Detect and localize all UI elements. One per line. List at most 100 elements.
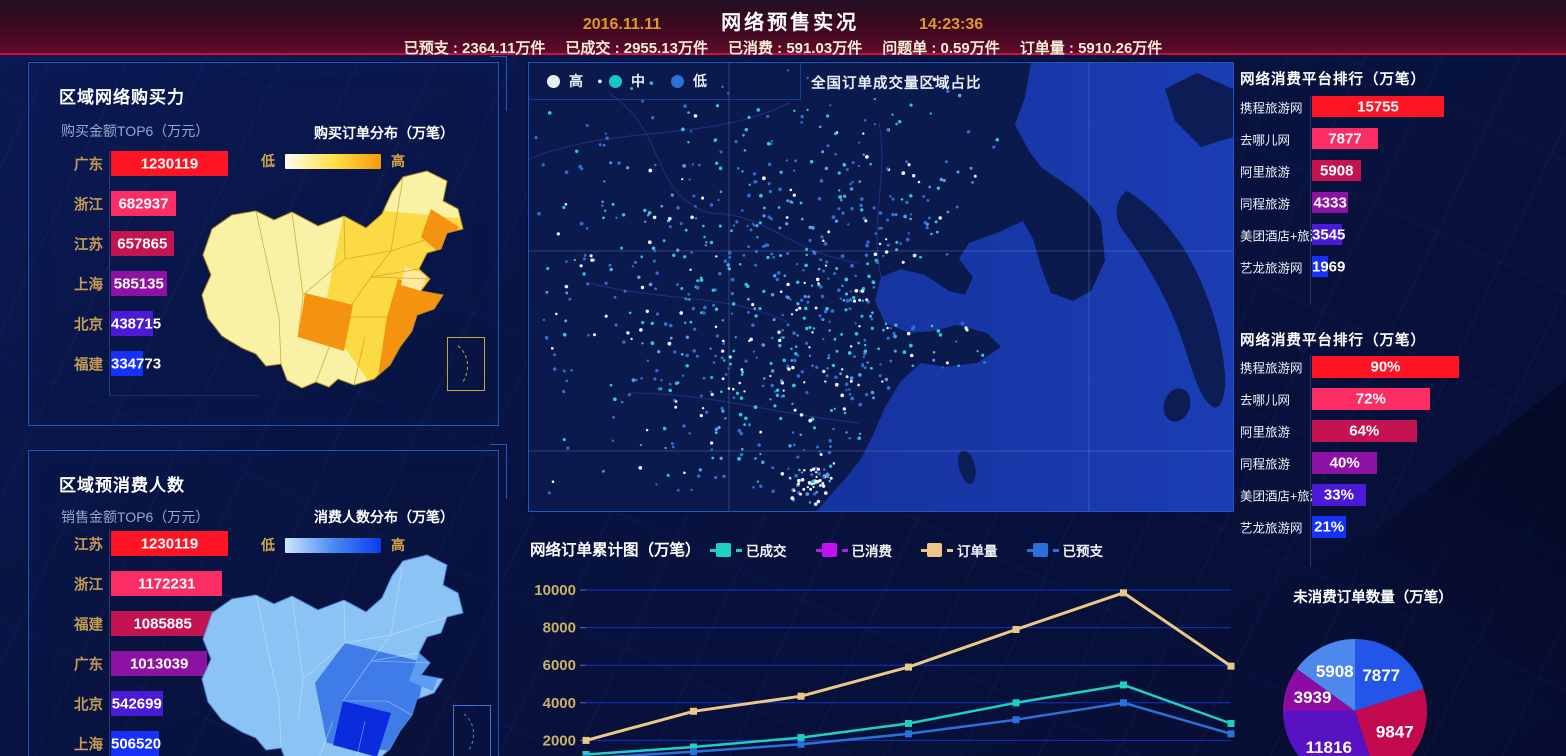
china-choropleth-map-blue[interactable] <box>195 551 495 756</box>
panel-subtitle: 销售金额TOP6（万元） <box>61 507 209 527</box>
bar-row-上海[interactable]: 上海506520 <box>111 731 159 756</box>
bar-category-label: 上海 <box>74 733 103 754</box>
bar-row-浙江[interactable]: 浙江682937 <box>111 191 176 216</box>
south-china-sea-inset <box>453 705 491 756</box>
stat-item-4: 订单量 : 5910.26万件 <box>1020 37 1163 58</box>
bar-row-同程旅游[interactable]: 同程旅游40% <box>1312 452 1377 474</box>
legend-item-已消费[interactable]: 已消费 <box>819 540 893 560</box>
bar-row-北京[interactable]: 北京542699 <box>111 691 163 716</box>
bar-category-label: 北京 <box>74 693 103 714</box>
bar-row-江苏[interactable]: 江苏657865 <box>111 231 174 256</box>
bar-value: 33% <box>1312 487 1366 504</box>
bar-axis <box>109 151 110 395</box>
bar-value: 1969 <box>1312 258 1328 275</box>
panel-regional-buying-power: 区域网络购买力 购买金额TOP6（万元） 广东1230119浙江682937江苏… <box>28 62 499 426</box>
svg-text:11816: 11816 <box>1306 738 1352 756</box>
order-volume-scatter-map[interactable] <box>529 63 1233 511</box>
header-time: 14:23:36 <box>919 16 983 34</box>
legend-swatch-icon <box>1030 543 1056 557</box>
bar-row-美团酒店+旅游[interactable]: 美团酒店+旅游33% <box>1312 484 1366 506</box>
map-legend-title: 消费人数分布（万笔） <box>269 507 499 527</box>
stat-item-3: 问题单 : 0.59万件 <box>882 37 1000 58</box>
bar-row-广东[interactable]: 广东1013039 <box>111 651 207 676</box>
scatter-legend-item-0: 高 <box>547 71 583 91</box>
bar-category-label: 去哪儿网 <box>1240 129 1290 148</box>
panel-title: 网络消费平台排行（万笔） <box>1240 68 1426 89</box>
bar-value: 72% <box>1312 391 1430 408</box>
bar-row-艺龙旅游网[interactable]: 艺龙旅游网21% <box>1312 516 1346 538</box>
bar-value: 657865 <box>111 235 174 252</box>
bar-value: 585135 <box>111 275 167 292</box>
bar-category-label: 美团酒店+旅游 <box>1240 225 1322 244</box>
bar-category-label: 同程旅游 <box>1240 193 1290 212</box>
bar-value: 3545 <box>1312 226 1342 243</box>
bar-category-label: 阿里旅游 <box>1240 161 1290 180</box>
bar-row-美团酒店+旅游[interactable]: 美团酒店+旅游3545 <box>1312 224 1342 245</box>
bar-category-label: 福建 <box>74 613 103 634</box>
legend-swatch-icon <box>819 543 845 557</box>
header-banner: 2016.11.11 网络预售实况 14:23:36 已预支 : 2364.11… <box>0 0 1566 55</box>
bar-value: 64% <box>1312 423 1417 440</box>
svg-text:2000: 2000 <box>543 732 576 749</box>
line-chart-legend[interactable]: 已成交 已消费 订单量 已预支 <box>713 540 1103 560</box>
bar-row-阿里旅游[interactable]: 阿里旅游64% <box>1312 420 1417 442</box>
header-row-top: 2016.11.11 网络预售实况 14:23:36 <box>0 0 1566 35</box>
bar-row-去哪儿网[interactable]: 去哪儿网7877 <box>1312 128 1378 149</box>
svg-text:3939: 3939 <box>1294 688 1332 707</box>
unconsumed-orders-pie-chart[interactable]: 787798471181639395908 <box>1240 608 1566 756</box>
map-title: 全国订单成交量区域占比 <box>811 72 982 93</box>
panel-cumulative-orders: 网络订单累计图（万笔） 已成交已消费订单量已预支 100008000600040… <box>528 530 1240 756</box>
panel-title: 区域预消费人数 <box>59 471 185 496</box>
bar-row-同程旅游[interactable]: 同程旅游4333 <box>1312 192 1348 213</box>
panel-regional-pre-consumers: 区域预消费人数 销售金额TOP6（万元） 江苏1230119浙江1172231福… <box>28 450 499 756</box>
legend-swatch-icon <box>924 543 950 557</box>
scatter-legend: 高中低 <box>529 63 801 100</box>
legend-label: 高 <box>569 71 583 91</box>
legend-name: 已预支 <box>1063 540 1104 560</box>
bar-row-北京[interactable]: 北京438715 <box>111 311 153 336</box>
bar-value: 1230119 <box>111 535 228 552</box>
bar-category-label: 江苏 <box>74 233 103 254</box>
bar-row-去哪儿网[interactable]: 去哪儿网72% <box>1312 388 1430 410</box>
bar-row-携程旅游网[interactable]: 携程旅游网15755 <box>1312 96 1444 117</box>
bar-category-label: 福建 <box>74 353 103 374</box>
bar-value: 4333 <box>1312 194 1348 211</box>
bar-row-艺龙旅游网[interactable]: 艺龙旅游网1969 <box>1312 256 1328 277</box>
legend-dot-icon <box>609 75 622 88</box>
panel-national-order-map: 高中低 全国订单成交量区域占比 <box>528 62 1234 512</box>
legend-item-订单量[interactable]: 订单量 <box>924 540 998 560</box>
scatter-legend-item-2: 低 <box>671 71 707 91</box>
bar-category-label: 江苏 <box>74 533 103 554</box>
map-legend-title: 购买订单分布（万笔） <box>269 123 499 143</box>
bar-row-携程旅游网[interactable]: 携程旅游网90% <box>1312 356 1459 378</box>
svg-text:8000: 8000 <box>543 620 576 637</box>
legend-item-已预支[interactable]: 已预支 <box>1030 540 1104 560</box>
legend-item-已成交[interactable]: 已成交 <box>713 540 787 560</box>
panel-title: 网络消费平台排行（万笔） <box>1240 329 1426 350</box>
cumulative-orders-line-chart[interactable]: 100008000600040002000 <box>528 566 1240 756</box>
legend-name: 订单量 <box>957 540 998 560</box>
bar-row-阿里旅游[interactable]: 阿里旅游5908 <box>1312 160 1361 181</box>
svg-text:9847: 9847 <box>1376 722 1414 741</box>
bar-category-label: 广东 <box>74 153 103 174</box>
bar-row-上海[interactable]: 上海585135 <box>111 271 167 296</box>
bar-category-label: 广东 <box>74 653 103 674</box>
bar-category-label: 去哪儿网 <box>1240 390 1290 409</box>
bar-category-label: 携程旅游网 <box>1240 97 1303 116</box>
bar-value: 5908 <box>1312 162 1361 179</box>
svg-text:4000: 4000 <box>543 695 576 712</box>
stat-item-2: 已消费 : 591.03万件 <box>728 37 862 58</box>
bar-category-label: 北京 <box>74 313 103 334</box>
bar-value: 334773 <box>111 355 143 372</box>
bar-value: 506520 <box>111 735 159 752</box>
bar-row-福建[interactable]: 福建334773 <box>111 351 143 376</box>
legend-swatch-icon <box>713 543 739 557</box>
bar-value: 90% <box>1312 359 1459 376</box>
svg-text:6000: 6000 <box>543 657 576 674</box>
svg-text:5908: 5908 <box>1316 662 1354 681</box>
bar-value: 7877 <box>1312 130 1378 147</box>
legend-name: 已成交 <box>746 540 787 560</box>
bar-axis <box>1310 96 1311 304</box>
panel-platform-ranking-values: 网络消费平台排行（万笔） 携程旅游网15755去哪儿网7877阿里旅游5908同… <box>1240 62 1566 312</box>
bar-value: 21% <box>1312 519 1346 536</box>
